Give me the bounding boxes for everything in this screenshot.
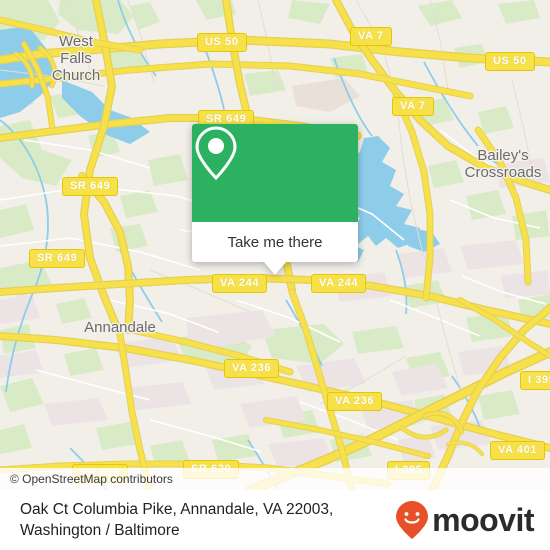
road-shield-us-50-west[interactable]: US 50 [197,33,247,52]
moovit-map-screen: .rd { stroke:#f7e14a; stroke-linecap:rou… [0,0,550,550]
road-shield-us-50-east[interactable]: US 50 [485,52,535,71]
place-label-line: Bailey's [477,147,529,164]
road-shield-i-395-east[interactable]: I 395 [520,371,550,390]
take-me-there-button[interactable]: Take me there [192,222,358,275]
moovit-wordmark: moovit [432,502,534,538]
place-label-line: Falls [60,50,92,67]
road-shield-va-7-north[interactable]: VA 7 [350,27,392,46]
road-shield-va-401[interactable]: VA 401 [490,441,546,460]
address-text: Oak Ct Columbia Pike, Annandale, VA 2200… [20,499,333,541]
map-attribution-bar: © OpenStreetMap contributors [0,468,550,490]
card-image-area [192,124,358,222]
map-pin-icon [195,126,237,181]
place-label-line: Church [51,67,101,84]
road-shield-sr-649-mid[interactable]: SR 649 [62,177,119,196]
take-me-there-card[interactable]: Take me there [192,124,358,275]
card-pointer-tail [264,262,286,275]
moovit-smiley-pin-icon [396,501,429,539]
address-line-2: Washington / Baltimore [20,522,180,539]
place-label-line: Annandale [84,319,156,336]
place-label-annandale: Annandale [60,319,180,336]
place-label-line: West [59,33,93,50]
road-shield-va-236-west[interactable]: VA 236 [224,359,280,378]
moovit-logo[interactable]: moovit [395,500,534,540]
road-shield-va-7-east[interactable]: VA 7 [392,97,434,116]
map-canvas[interactable]: .rd { stroke:#f7e14a; stroke-linecap:rou… [0,0,550,490]
place-label-west-falls-church: West Falls Church [28,33,124,84]
place-label-line: Crossroads [464,164,542,181]
road-shield-va-236-east[interactable]: VA 236 [327,392,383,411]
address-line-1: Oak Ct Columbia Pike, Annandale, VA 2200… [20,501,334,518]
take-me-there-label: Take me there [227,233,323,251]
attribution-text[interactable]: © OpenStreetMap contributors [10,472,173,486]
road-shield-va-244-west[interactable]: VA 244 [212,274,268,293]
place-label-baileys-crossroads: Bailey's Crossroads [443,147,550,181]
road-shield-sr-649-left[interactable]: SR 649 [29,249,86,268]
footer-bar: Oak Ct Columbia Pike, Annandale, VA 2200… [0,490,550,550]
road-shield-va-244-east[interactable]: VA 244 [311,274,367,293]
